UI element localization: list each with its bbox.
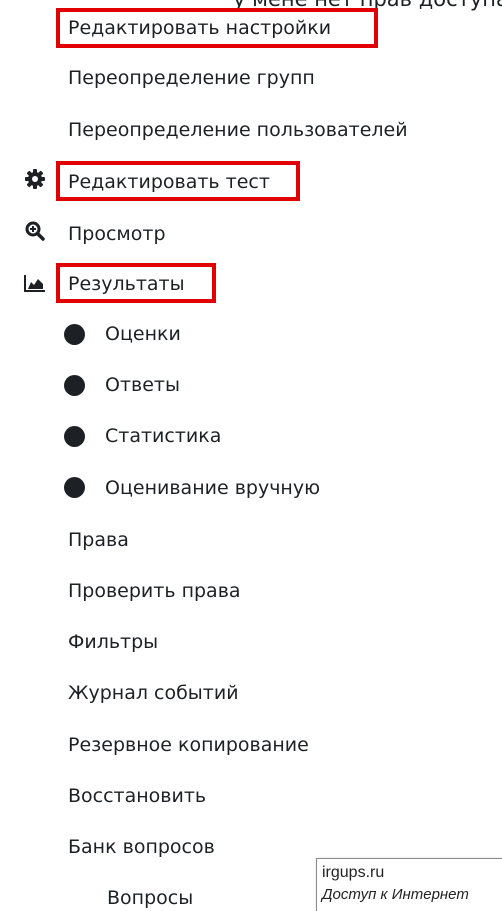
menu-item-edit-settings[interactable]: Редактировать настройки xyxy=(68,16,331,40)
bullet-dot xyxy=(64,426,85,447)
menu-item-responses[interactable]: Ответы xyxy=(105,373,180,397)
menu-item-restore[interactable]: Восстановить xyxy=(68,784,206,808)
menu-item-statistics[interactable]: Статистика xyxy=(105,424,221,448)
bullet-dot xyxy=(64,324,85,345)
menu-item-preview[interactable]: Просмотр xyxy=(68,222,166,246)
bullet-dot xyxy=(64,477,85,498)
menu-item-logs[interactable]: Журнал событий xyxy=(68,681,239,705)
tooltip-host: irgups.ru xyxy=(322,864,385,881)
menu-item-backup[interactable]: Резервное копирование xyxy=(68,733,309,757)
menu-item-results[interactable]: Результаты xyxy=(68,272,185,296)
magnifier-plus-icon xyxy=(24,220,46,242)
menu-item-question-bank[interactable]: Банк вопросов xyxy=(68,835,215,859)
menu-item-group-overrides[interactable]: Переопределение групп xyxy=(68,66,315,90)
menu-item-filters[interactable]: Фильтры xyxy=(68,630,158,654)
menu-item-grades[interactable]: Оценки xyxy=(105,322,181,346)
menu-item-user-overrides[interactable]: Переопределение пользователей xyxy=(68,118,408,142)
gear-icon xyxy=(24,168,46,190)
menu-item-permissions[interactable]: Права xyxy=(68,528,129,552)
bullet-dot xyxy=(64,375,85,396)
menu-item-check-permissions[interactable]: Проверить права xyxy=(68,579,241,603)
network-tooltip: irgups.ru Доступ к Интернет xyxy=(316,858,502,911)
area-chart-icon xyxy=(24,272,46,294)
tooltip-status: Доступ к Интернет xyxy=(322,886,469,903)
menu-item-questions[interactable]: Вопросы xyxy=(107,886,193,910)
menu-item-edit-quiz[interactable]: Редактировать тест xyxy=(68,170,270,194)
menu-item-manual-grading[interactable]: Оценивание вручную xyxy=(105,476,320,500)
